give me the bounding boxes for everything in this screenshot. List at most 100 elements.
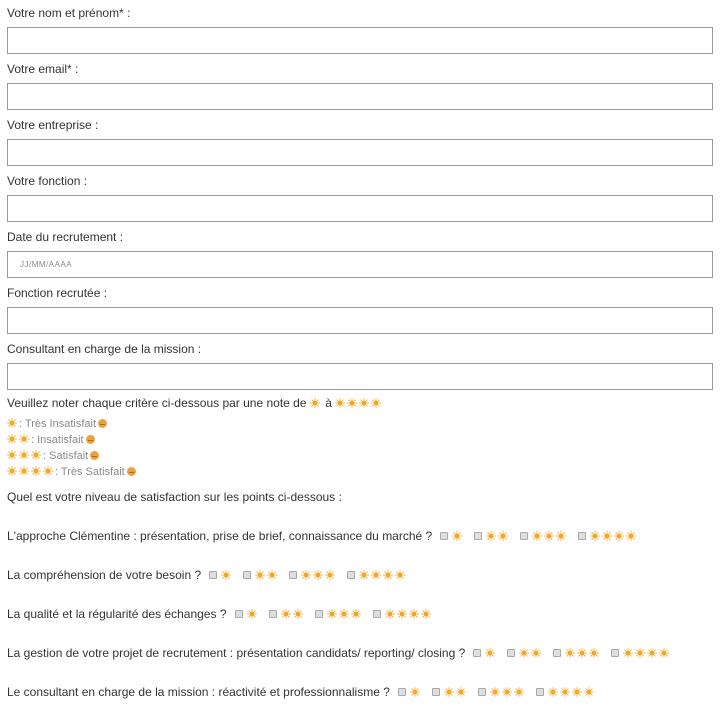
rating-checkbox[interactable]: [520, 532, 529, 540]
sun-icon: [531, 648, 542, 658]
sun-icon: [577, 648, 588, 658]
sun-icon: [267, 570, 277, 580]
field-recruitment-date: Date du recrutement :: [7, 230, 713, 278]
consultant-input[interactable]: [7, 363, 713, 390]
rating-checkbox[interactable]: [431, 688, 440, 696]
legend-text: : Très Insatisfait: [19, 418, 97, 430]
field-company-label: Votre entreprise :: [7, 118, 99, 132]
rating-option-1[interactable]: [473, 645, 497, 661]
rating-instructions-joiner: à: [325, 396, 332, 410]
rating-option-3[interactable]: [553, 645, 601, 661]
sun-icon: [338, 609, 349, 619]
rating-option-3[interactable]: [477, 684, 526, 700]
sun-icon: [255, 570, 265, 580]
legend-text: : Insatisfait: [31, 434, 84, 446]
rating-option-4[interactable]: [578, 528, 638, 544]
sun-icon: [395, 570, 405, 580]
rating-option-4[interactable]: [611, 645, 671, 661]
rating-checkbox[interactable]: [347, 571, 356, 579]
rating-checkbox[interactable]: [474, 532, 483, 540]
sun-icon: [7, 418, 17, 428]
rating-options: [440, 529, 648, 543]
sun-icon: [396, 609, 407, 619]
sun-icon: [565, 648, 576, 658]
rating-option-2[interactable]: [431, 684, 468, 700]
sun-icon: [347, 398, 358, 408]
rating-checkbox[interactable]: [553, 649, 562, 657]
rating-checkbox[interactable]: [314, 610, 323, 618]
rating-option-1[interactable]: [440, 528, 464, 544]
rating-checkbox[interactable]: [372, 610, 381, 618]
recruitment-date-input[interactable]: [7, 251, 713, 278]
sun-icon: [359, 570, 369, 580]
rating-checkbox[interactable]: [234, 610, 243, 618]
question-text: L'approche Clémentine : présentation, pr…: [7, 529, 433, 543]
rating-option-3[interactable]: [520, 528, 568, 544]
legend-suns: [7, 450, 43, 462]
rating-option-3[interactable]: [314, 606, 363, 622]
legend-row-very-satisfied: : Très Satisfait: [7, 464, 136, 480]
rating-checkbox[interactable]: [473, 649, 482, 657]
rating-option-4[interactable]: [535, 684, 596, 700]
name-input[interactable]: [7, 27, 713, 54]
rating-checkbox[interactable]: [477, 688, 486, 696]
sun-icon: [383, 570, 393, 580]
unhappy-face-icon: [85, 435, 95, 444]
rating-option-4[interactable]: [347, 567, 407, 583]
sun-icon: [544, 531, 555, 541]
rating-options: [209, 568, 417, 582]
sun-icon: [420, 609, 431, 619]
rating-checkbox[interactable]: [535, 688, 544, 696]
rating-option-1[interactable]: [397, 684, 422, 700]
rating-option-2[interactable]: [268, 606, 305, 622]
rating-checkbox[interactable]: [268, 610, 277, 618]
rating-min-suns: [310, 396, 322, 410]
sun-icon: [486, 531, 497, 541]
email-input[interactable]: [7, 83, 713, 110]
job-title-input[interactable]: [7, 195, 713, 222]
sun-icon: [614, 531, 625, 541]
rating-option-2[interactable]: [474, 528, 510, 544]
sun-icon: [485, 648, 496, 658]
sun-icon: [280, 609, 291, 619]
sun-icon: [43, 466, 53, 476]
rating-option-3[interactable]: [289, 567, 337, 583]
rating-checkbox[interactable]: [397, 688, 406, 696]
rating-option-1[interactable]: [209, 567, 233, 583]
sun-icon: [635, 648, 646, 658]
sun-icon: [572, 687, 582, 697]
rating-option-2[interactable]: [243, 567, 279, 583]
rating-checkbox[interactable]: [507, 649, 516, 657]
smiling-face-icon: [90, 451, 100, 460]
rating-option-2[interactable]: [507, 645, 543, 661]
sun-icon: [19, 434, 29, 444]
rating-checkbox[interactable]: [289, 571, 298, 579]
sun-icon: [292, 609, 303, 619]
field-consultant-label: Consultant en charge de la mission :: [7, 342, 202, 356]
rating-checkbox[interactable]: [578, 532, 587, 540]
field-email-label: Votre email* :: [7, 62, 79, 76]
sun-icon: [590, 531, 601, 541]
rating-checkbox[interactable]: [243, 571, 252, 579]
rating-instructions: Veuillez noter chaque critère ci-dessous…: [7, 396, 383, 410]
rating-instructions-text: Veuillez noter chaque critère ci-dessous…: [7, 396, 307, 410]
recruited-position-input[interactable]: [7, 307, 713, 334]
field-name: Votre nom et prénom* :: [7, 6, 713, 54]
field-recruitment-date-label: Date du recrutement :: [7, 230, 124, 244]
rating-checkbox[interactable]: [440, 532, 449, 540]
sun-icon: [556, 531, 567, 541]
sun-icon: [7, 466, 17, 476]
sun-icon: [444, 687, 454, 697]
rating-option-4[interactable]: [372, 606, 433, 622]
rating-checkbox[interactable]: [611, 649, 620, 657]
rating-checkbox[interactable]: [209, 571, 218, 579]
rating-option-1[interactable]: [234, 606, 259, 622]
field-recruited-position-label: Fonction recrutée :: [7, 286, 108, 300]
sun-icon: [384, 609, 395, 619]
sun-icon: [371, 570, 381, 580]
sun-icon: [301, 570, 311, 580]
rating-options: [397, 684, 606, 700]
sun-icon: [7, 434, 17, 444]
legend-row-unsatisfied: : Insatisfait: [7, 432, 136, 448]
company-input[interactable]: [7, 139, 713, 166]
